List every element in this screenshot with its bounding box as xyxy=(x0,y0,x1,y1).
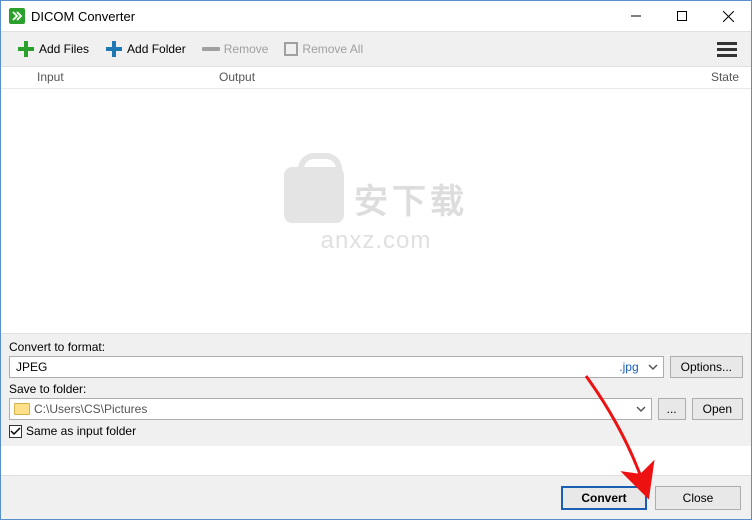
footer: Convert Close xyxy=(1,475,751,519)
format-ext: .jpg xyxy=(619,360,638,374)
open-button[interactable]: Open xyxy=(692,398,743,420)
app-icon xyxy=(9,8,25,24)
square-icon xyxy=(284,42,298,56)
folder-path: C:\Users\CS\Pictures xyxy=(34,402,647,416)
maximize-button[interactable] xyxy=(659,1,705,31)
folder-label: Save to folder: xyxy=(9,382,743,396)
browse-button[interactable]: ... xyxy=(658,398,686,420)
checkbox-label: Same as input folder xyxy=(26,424,136,438)
watermark: 安下载 anxz.com xyxy=(284,167,468,255)
list-header: Input Output State xyxy=(1,67,751,89)
folder-dropdown[interactable]: C:\Users\CS\Pictures xyxy=(9,398,652,420)
check-icon xyxy=(10,426,21,437)
convert-button[interactable]: Convert xyxy=(561,486,647,510)
menu-button[interactable] xyxy=(711,33,743,66)
format-value: JPEG xyxy=(16,360,619,374)
remove-all-button[interactable]: Remove All xyxy=(276,38,371,60)
col-input[interactable]: Input xyxy=(1,67,211,88)
hamburger-icon xyxy=(717,42,737,45)
same-folder-checkbox[interactable]: Same as input folder xyxy=(9,424,743,438)
minus-icon xyxy=(202,47,220,51)
plus-icon xyxy=(17,40,35,58)
chevron-down-icon xyxy=(635,403,647,418)
bag-icon xyxy=(284,167,344,223)
col-output[interactable]: Output xyxy=(211,67,689,88)
file-list[interactable]: 安下载 anxz.com xyxy=(1,89,751,333)
format-label: Convert to format: xyxy=(9,340,743,354)
col-state[interactable]: State xyxy=(689,67,751,88)
options-button[interactable]: Options... xyxy=(670,356,743,378)
minimize-button[interactable] xyxy=(613,1,659,31)
toolbar: Add Files Add Folder Remove Remove All xyxy=(1,31,751,67)
add-folder-button[interactable]: Add Folder xyxy=(97,36,194,62)
bottom-panel: Convert to format: JPEG .jpg Options... … xyxy=(1,333,751,446)
plus-icon xyxy=(105,40,123,58)
watermark-domain: anxz.com xyxy=(284,227,468,255)
format-dropdown[interactable]: JPEG .jpg xyxy=(9,356,664,378)
titlebar: DICOM Converter xyxy=(1,1,751,31)
checkbox-box xyxy=(9,425,22,438)
close-dialog-button[interactable]: Close xyxy=(655,486,741,510)
folder-icon xyxy=(14,403,30,415)
add-files-button[interactable]: Add Files xyxy=(9,36,97,62)
remove-button[interactable]: Remove xyxy=(194,38,277,60)
watermark-text: 安下载 xyxy=(354,174,468,223)
close-button[interactable] xyxy=(705,1,751,31)
window-title: DICOM Converter xyxy=(31,9,135,24)
chevron-down-icon xyxy=(647,361,659,376)
